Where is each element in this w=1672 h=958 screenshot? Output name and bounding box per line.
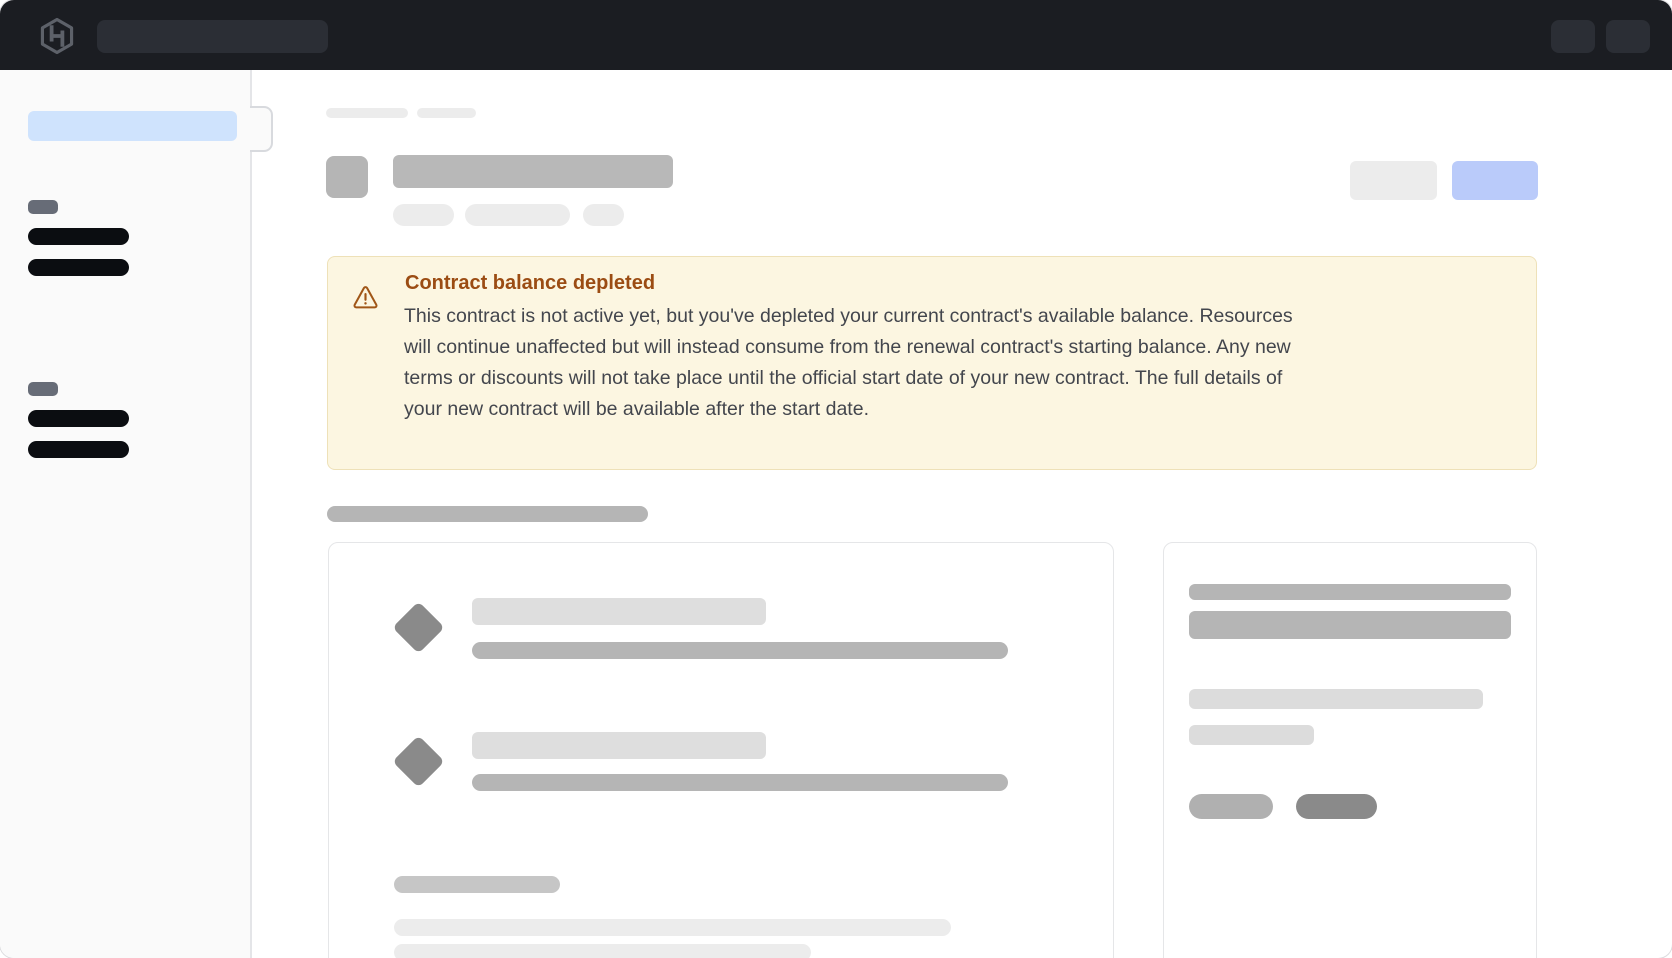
alert-body: This contract is not active yet, but you… [404, 301, 1524, 425]
sidebar-collapse-handle[interactable] [250, 106, 273, 152]
list-item-subtitle-skeleton [472, 642, 1008, 659]
page-icon-skeleton [326, 156, 368, 198]
list-item-subtitle-skeleton [472, 774, 1008, 791]
alert-body-line: This contract is not active yet, but you… [404, 301, 1524, 332]
secondary-action-button-skeleton[interactable] [1350, 161, 1437, 200]
top-nav-bar [0, 0, 1672, 70]
sidebar-item-skeleton[interactable] [28, 228, 129, 245]
help-menu-button-skeleton[interactable] [1551, 20, 1595, 53]
page-title-skeleton [393, 155, 673, 188]
resource-list-card [328, 542, 1114, 958]
card-footer-text-skeleton [394, 919, 951, 936]
list-item-title-skeleton [472, 598, 766, 625]
app-window: Contract balance depleted This contract … [0, 0, 1672, 958]
resource-diamond-icon [392, 601, 444, 653]
global-search-input-skeleton[interactable] [97, 20, 328, 53]
sidebar-section-label-skeleton [28, 200, 58, 214]
contract-balance-alert: Contract balance depleted This contract … [327, 256, 1537, 470]
card-footer-text-skeleton [394, 944, 811, 958]
user-menu-button-skeleton[interactable] [1606, 20, 1650, 53]
summary-title-skeleton [1189, 611, 1511, 639]
hashicorp-logo-icon [38, 17, 76, 55]
alert-body-line: terms or discounts will not take place u… [404, 363, 1524, 394]
summary-text-skeleton [1189, 689, 1483, 709]
primary-action-button-skeleton[interactable] [1452, 161, 1538, 200]
breadcrumb-item-skeleton [326, 108, 408, 118]
sidebar [0, 70, 252, 958]
sidebar-item-skeleton[interactable] [28, 410, 129, 427]
sidebar-section-label-skeleton [28, 382, 58, 396]
page-meta-badge-skeleton [583, 204, 624, 226]
sidebar-item-skeleton[interactable] [28, 441, 129, 458]
summary-card [1163, 542, 1537, 958]
alert-title: Contract balance depleted [405, 269, 655, 297]
page-meta-badge-skeleton [465, 204, 570, 226]
page-meta-badge-skeleton [393, 204, 454, 226]
summary-text-skeleton [1189, 725, 1314, 745]
summary-secondary-button-skeleton[interactable] [1189, 794, 1273, 819]
list-item-title-skeleton [472, 732, 766, 759]
summary-primary-button-skeleton[interactable] [1296, 794, 1377, 819]
alert-body-line: will continue unaffected but will instea… [404, 332, 1524, 363]
summary-title-skeleton [1189, 584, 1511, 600]
resource-diamond-icon [392, 735, 444, 787]
breadcrumb-item-skeleton [417, 108, 476, 118]
sidebar-item-skeleton[interactable] [28, 259, 129, 276]
sidebar-active-item-skeleton[interactable] [28, 111, 237, 141]
card-footer-label-skeleton [394, 876, 560, 893]
alert-body-line: your new contract will be available afte… [404, 394, 1524, 425]
warning-triangle-icon [352, 284, 379, 311]
section-heading-skeleton [327, 506, 648, 522]
